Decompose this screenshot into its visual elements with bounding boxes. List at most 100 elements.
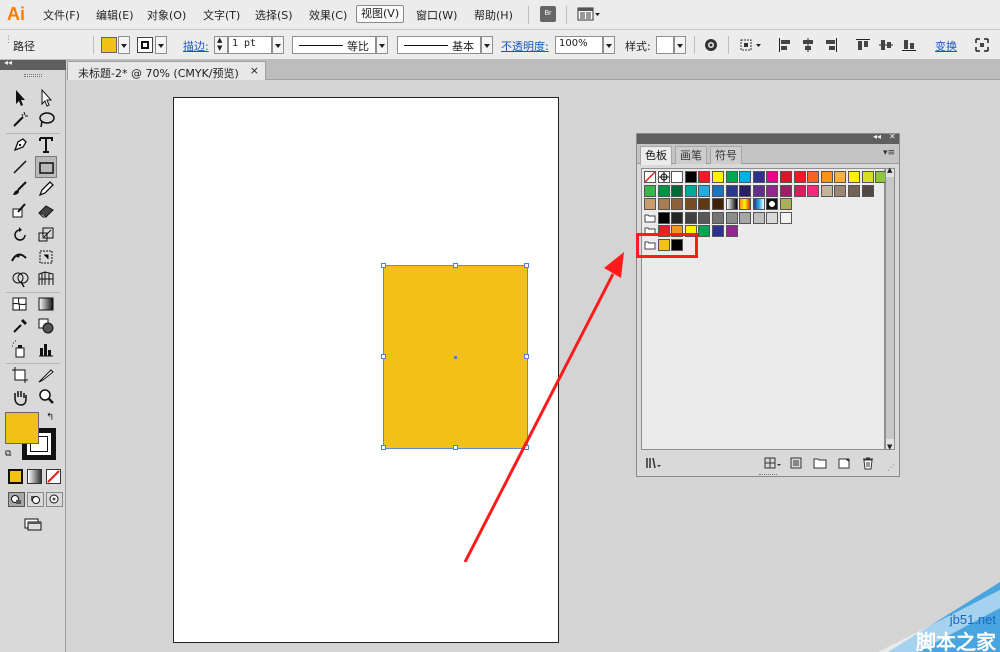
- color-swatch[interactable]: [698, 184, 711, 197]
- lasso-tool[interactable]: [35, 109, 57, 131]
- color-swatch[interactable]: [793, 171, 806, 183]
- transform-link[interactable]: 变换: [935, 38, 957, 54]
- selection-handle[interactable]: [381, 263, 386, 268]
- color-swatch[interactable]: [820, 184, 833, 197]
- swatch-none[interactable]: [644, 171, 656, 183]
- brush-definition-select[interactable]: 基本: [397, 36, 481, 54]
- color-swatch[interactable]: [725, 184, 738, 197]
- color-swatch[interactable]: [725, 171, 738, 183]
- color-mode-button[interactable]: [8, 469, 23, 484]
- column-graph-tool[interactable]: [35, 339, 57, 361]
- color-swatch[interactable]: [644, 198, 656, 211]
- color-swatch[interactable]: [657, 184, 670, 197]
- color-swatch[interactable]: [766, 184, 779, 197]
- menu-window[interactable]: 窗口(W): [416, 7, 457, 23]
- swatch-pattern[interactable]: [780, 198, 792, 211]
- color-swatch[interactable]: [684, 211, 697, 224]
- none-mode-button[interactable]: [46, 469, 61, 484]
- menu-edit[interactable]: 编辑(E): [96, 7, 134, 23]
- mesh-tool[interactable]: [9, 293, 31, 315]
- color-swatch[interactable]: [698, 198, 711, 211]
- graphic-style-swatch[interactable]: [656, 36, 674, 54]
- align-left-button[interactable]: [777, 37, 793, 53]
- close-tab-icon[interactable]: ×: [250, 64, 259, 77]
- rectangle-tool[interactable]: [35, 156, 57, 178]
- magic-wand-tool[interactable]: [9, 109, 31, 131]
- selection-handle[interactable]: [524, 445, 529, 450]
- gradient-tool[interactable]: [35, 293, 57, 315]
- paintbrush-tool[interactable]: [9, 178, 31, 200]
- tools-panel-header[interactable]: ◂◂: [0, 58, 66, 70]
- color-swatch[interactable]: [725, 225, 738, 238]
- panel-close-icon[interactable]: ✕: [889, 132, 896, 141]
- symbol-sprayer-tool[interactable]: [9, 339, 31, 361]
- scale-tool[interactable]: [35, 224, 57, 246]
- color-swatch[interactable]: [671, 184, 684, 197]
- menu-select[interactable]: 选择(S): [255, 7, 293, 23]
- color-swatch[interactable]: [752, 211, 765, 224]
- isolate-button[interactable]: [974, 37, 990, 53]
- color-swatch[interactable]: [807, 184, 820, 197]
- color-swatch[interactable]: [834, 171, 847, 183]
- color-swatch[interactable]: [861, 171, 874, 183]
- delete-swatch-button[interactable]: [861, 456, 875, 470]
- scroll-up-icon[interactable]: ▲: [887, 166, 892, 174]
- stroke-weight-input[interactable]: 1 pt: [228, 36, 272, 54]
- tab-symbols[interactable]: 符号: [710, 146, 742, 164]
- stroke-weight-dropdown[interactable]: [272, 36, 284, 54]
- color-swatch[interactable]: [671, 171, 684, 183]
- selection-handle[interactable]: [453, 263, 458, 268]
- opacity-label[interactable]: 不透明度:: [501, 38, 549, 54]
- perspective-grid-tool[interactable]: [35, 268, 57, 290]
- draw-inside-button[interactable]: [46, 492, 63, 507]
- swatches-panel-header[interactable]: ◂◂ ✕: [637, 132, 899, 144]
- color-swatch[interactable]: [644, 184, 656, 197]
- color-swatch[interactable]: [834, 184, 847, 197]
- scroll-down-icon[interactable]: ▼: [887, 443, 892, 451]
- draw-behind-button[interactable]: [27, 492, 44, 507]
- color-swatch[interactable]: [780, 211, 792, 224]
- scrollbar-thumb[interactable]: [886, 177, 894, 439]
- color-swatch[interactable]: [848, 171, 860, 183]
- selection-handle[interactable]: [453, 445, 458, 450]
- eyedropper-tool[interactable]: [9, 315, 31, 337]
- opacity-dropdown[interactable]: [603, 36, 615, 54]
- eraser-tool[interactable]: [35, 200, 57, 222]
- swatch-scrollbar[interactable]: ▲ ▼: [885, 166, 895, 451]
- align-right-button[interactable]: [823, 37, 839, 53]
- document-tab[interactable]: 未标题-2* @ 70% (CMYK/预览) ×: [67, 61, 266, 80]
- selection-handle[interactable]: [524, 354, 529, 359]
- color-swatch[interactable]: [766, 211, 779, 224]
- selection-tool[interactable]: [9, 87, 31, 109]
- fill-color-swatch[interactable]: [101, 37, 117, 53]
- swatch-registration[interactable]: [657, 171, 670, 183]
- recolor-artwork-button[interactable]: [703, 37, 719, 53]
- profile-dropdown[interactable]: [376, 36, 388, 54]
- menu-help[interactable]: 帮助(H): [474, 7, 513, 23]
- stroke-weight-stepper[interactable]: ▲ ▼: [214, 36, 228, 54]
- stroke-label[interactable]: 描边:: [183, 38, 209, 54]
- opacity-input[interactable]: 100%: [555, 36, 603, 54]
- screen-mode-button[interactable]: [22, 516, 44, 532]
- color-swatch[interactable]: [739, 184, 752, 197]
- menu-effect[interactable]: 效果(C): [309, 7, 347, 23]
- fill-color-box[interactable]: [5, 412, 39, 444]
- selection-handle[interactable]: [524, 263, 529, 268]
- color-swatch[interactable]: [671, 198, 684, 211]
- pen-tool[interactable]: [9, 134, 31, 156]
- color-swatch[interactable]: [684, 184, 697, 197]
- swatch-options-button[interactable]: [789, 456, 803, 470]
- color-swatch[interactable]: [766, 171, 779, 183]
- align-to-button[interactable]: [738, 37, 764, 53]
- new-color-group-button[interactable]: [813, 456, 827, 470]
- color-swatch[interactable]: [698, 225, 711, 238]
- color-swatch[interactable]: [712, 211, 724, 224]
- swatch-pattern[interactable]: [766, 198, 779, 211]
- stroke-color-swatch[interactable]: [137, 37, 153, 53]
- color-swatch[interactable]: [820, 171, 833, 183]
- resize-grip-icon[interactable]: ⋰: [887, 463, 895, 472]
- default-fill-stroke-icon[interactable]: ⧉: [5, 449, 11, 459]
- color-swatch[interactable]: [780, 184, 792, 197]
- panel-menu-icon[interactable]: ▾≡: [883, 148, 895, 158]
- show-swatch-kinds-button[interactable]: [763, 456, 783, 470]
